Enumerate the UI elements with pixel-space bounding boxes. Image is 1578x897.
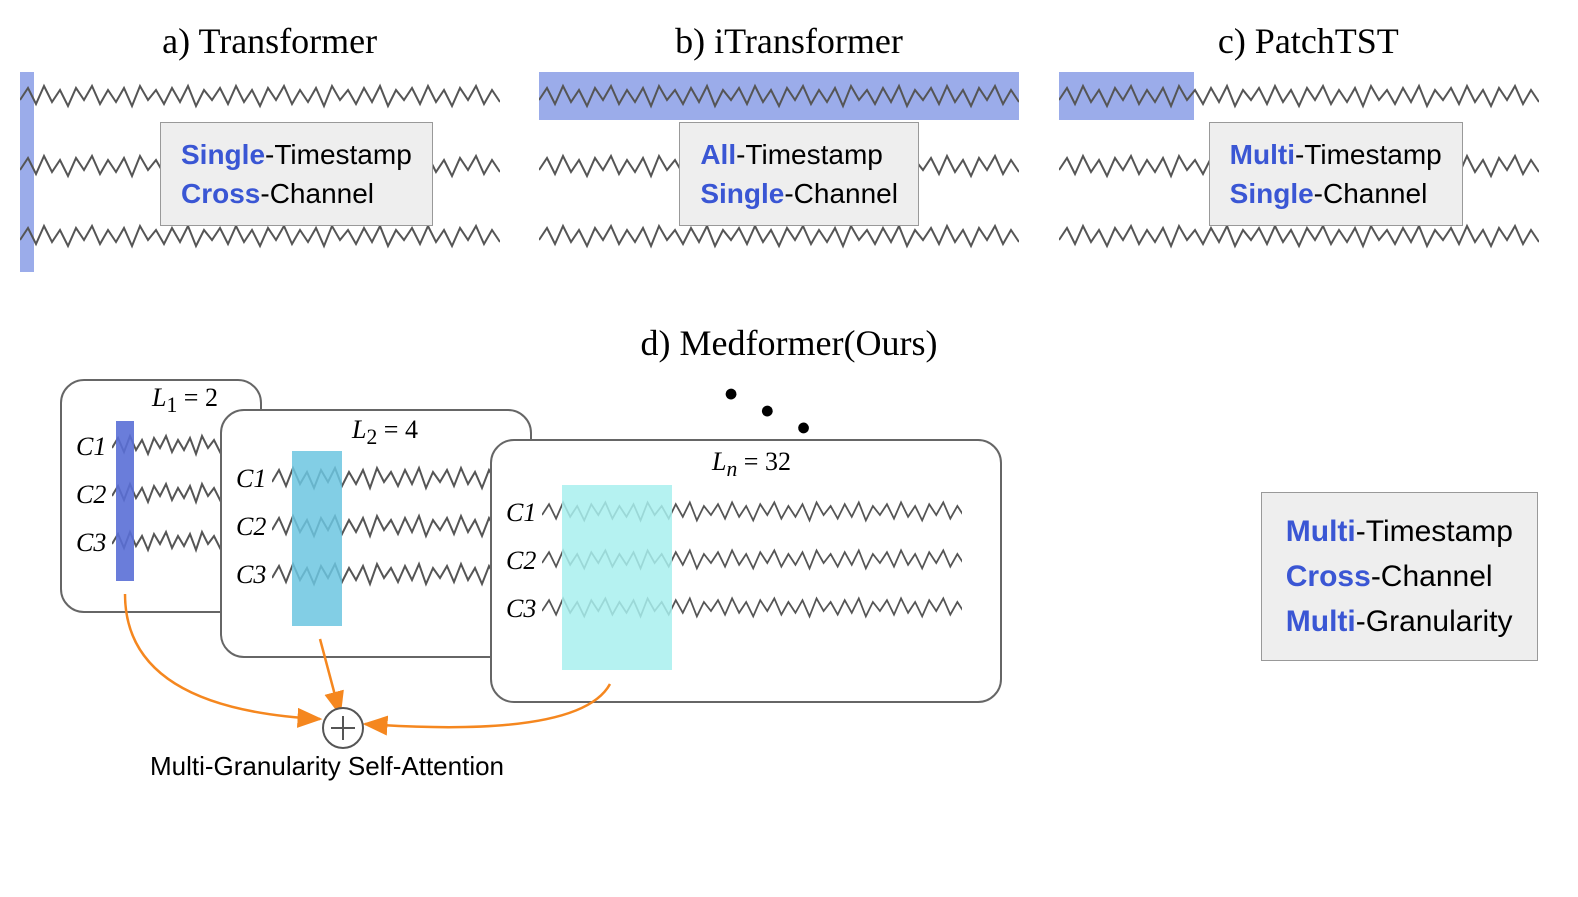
card-L1-label: L1 = 2 [152, 383, 218, 418]
highlight-Ln [562, 485, 672, 670]
panel-a-infobox: Single-Timestamp Cross-Channel [160, 122, 433, 226]
panel-c-title: c) PatchTST [1059, 20, 1558, 62]
kw: Cross [1286, 560, 1371, 593]
ch-label: C1 [506, 498, 536, 528]
top-row: a) Transformer Single-Timestamp Cross-Ch… [20, 20, 1558, 272]
highlight-L1 [116, 421, 134, 581]
highlight-L2 [292, 451, 342, 626]
panel-transformer: a) Transformer Single-Timestamp Cross-Ch… [20, 20, 519, 272]
kw: All [700, 139, 736, 170]
ch-label: C3 [76, 528, 106, 558]
ch-label: C3 [236, 560, 266, 590]
kw: Single [181, 139, 265, 170]
card-Ln: Ln = 32 C1 C2 C3 [490, 439, 1002, 703]
panel-itransformer: b) iTransformer All-Timestamp Single-Cha… [539, 20, 1038, 272]
ch-label: C1 [76, 432, 106, 462]
panel-b-tsarea: All-Timestamp Single-Channel [539, 72, 1038, 272]
plus-circle-icon [322, 707, 364, 749]
attention-label: Multi-Granularity Self-Attention [150, 751, 504, 782]
ch-label: C3 [506, 594, 536, 624]
kw: Multi [1286, 515, 1356, 548]
card-Ln-label: Ln = 32 [712, 447, 791, 482]
ch-label: C2 [506, 546, 536, 576]
kw: Multi [1230, 139, 1295, 170]
kw: Multi [1286, 605, 1356, 638]
panel-d-title: d) Medformer(Ours) [20, 322, 1558, 364]
panel-a-tsarea: Single-Timestamp Cross-Channel [20, 72, 519, 272]
kw: Cross [181, 178, 260, 209]
ch-label: C2 [236, 512, 266, 542]
panel-medformer: d) Medformer(Ours) L1 = 2 C1 C2 C3 L2 = … [20, 322, 1558, 759]
kw: Single [700, 178, 784, 209]
panel-patchtst: c) PatchTST Multi-Timestamp Single-Chann… [1059, 20, 1558, 272]
kw: Single [1230, 178, 1314, 209]
panel-c-tsarea: Multi-Timestamp Single-Channel [1059, 72, 1558, 272]
ch-label: C1 [236, 464, 266, 494]
panel-d-infobox: Multi-Timestamp Cross-Channel Multi-Gran… [1261, 492, 1538, 661]
panel-a-title: a) Transformer [20, 20, 519, 62]
card-L2-label: L2 = 4 [352, 415, 418, 450]
panel-c-infobox: Multi-Timestamp Single-Channel [1209, 122, 1463, 226]
panel-b-title: b) iTransformer [539, 20, 1038, 62]
card-L2: L2 = 4 C1 C2 C3 [220, 409, 532, 658]
panel-b-infobox: All-Timestamp Single-Channel [679, 122, 919, 226]
ch-label: C2 [76, 480, 106, 510]
